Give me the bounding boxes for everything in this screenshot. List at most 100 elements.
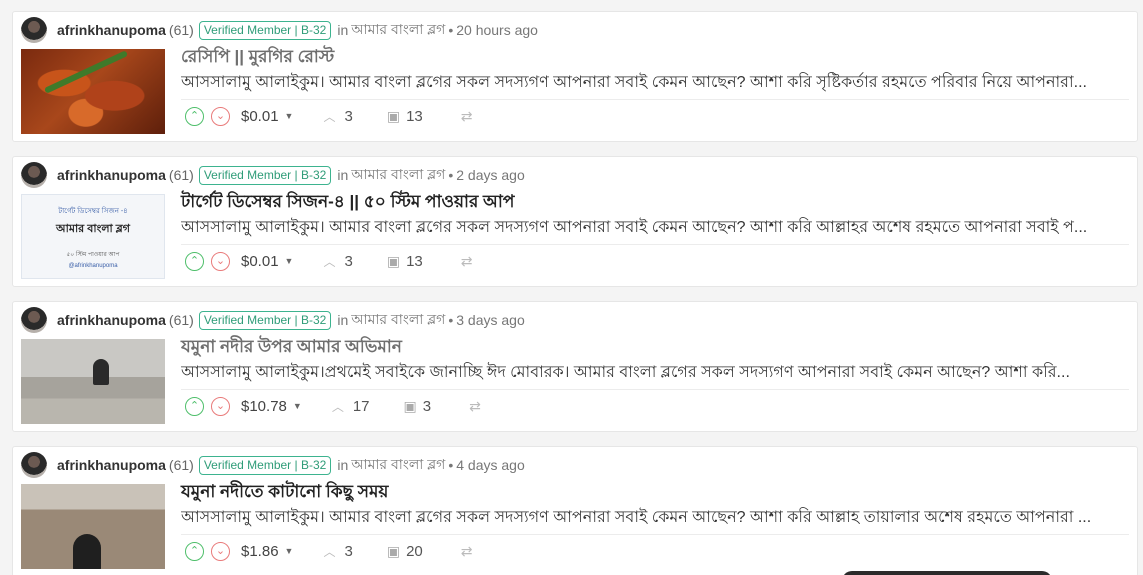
floating-element-edge <box>842 571 1052 575</box>
divider <box>181 99 1129 100</box>
separator-dot: • <box>448 22 454 38</box>
post-title[interactable]: রেসিপি || মুরগির রোস্ট <box>181 44 334 72</box>
thumbnail-handle: @afrinkhanupoma <box>68 263 118 269</box>
post-summary[interactable]: আসসালামু আলাইকুম। আমার বাংলা ব্লগের সকল … <box>181 69 1131 96</box>
post-summary[interactable]: আসসালামু আলাইকুম।প্রথমেই সবাইকে জানাচ্ছি… <box>181 359 1131 386</box>
post-card: afrinkhanupoma (61) Verified Member | B-… <box>12 446 1138 575</box>
upvote-icon[interactable]: ⌃ <box>185 396 204 416</box>
downvote-icon[interactable]: ⌄ <box>211 396 230 416</box>
in-label: in <box>337 167 349 183</box>
comment-icon: ▣ <box>386 107 401 124</box>
post-feed: afrinkhanupoma (61) Verified Member | B-… <box>12 11 1138 575</box>
post-card: afrinkhanupoma (61) Verified Member | B-… <box>12 301 1138 432</box>
chevron-down-icon[interactable]: ▼ <box>285 256 294 266</box>
post-timestamp[interactable]: 2 days ago <box>456 167 525 183</box>
payout-value[interactable]: $0.01 <box>241 108 279 125</box>
vote-count-value: 3 <box>344 107 353 125</box>
reblog-icon[interactable]: ⇄ <box>469 398 481 415</box>
avatar[interactable] <box>21 452 47 478</box>
comment-icon: ▣ <box>386 542 401 559</box>
post-card: afrinkhanupoma (61) Verified Member | B-… <box>12 156 1138 287</box>
author-link[interactable]: afrinkhanupoma <box>57 22 166 38</box>
payout-value[interactable]: $0.01 <box>241 253 279 270</box>
comment-icon: ▣ <box>386 252 401 269</box>
divider <box>181 389 1129 390</box>
comment-count[interactable]: ▣ 20 <box>387 543 423 560</box>
avatar[interactable] <box>21 307 47 333</box>
vote-count[interactable]: ︿ 17 <box>332 398 370 415</box>
comment-count-value: 3 <box>422 397 432 415</box>
post-summary[interactable]: আসসালামু আলাইকুম। আমার বাংলা ব্লগের সকল … <box>181 504 1131 531</box>
post-timestamp[interactable]: 3 days ago <box>456 312 525 328</box>
chevron-up-icon: ︿ <box>323 254 336 269</box>
downvote-icon[interactable]: ⌄ <box>211 541 230 561</box>
verified-badge: Verified Member | B-32 <box>198 165 332 185</box>
post-header: afrinkhanupoma (61) Verified Member | B-… <box>21 161 525 189</box>
upvote-icon[interactable]: ⌃ <box>185 106 204 126</box>
avatar[interactable] <box>21 162 47 188</box>
post-header: afrinkhanupoma (61) Verified Member | B-… <box>21 16 538 44</box>
downvote-icon[interactable]: ⌄ <box>211 251 230 271</box>
in-label: in <box>337 312 349 328</box>
post-summary[interactable]: আসসালামু আলাইকুম। আমার বাংলা ব্লগের সকল … <box>181 214 1131 241</box>
payout-value[interactable]: $1.86 <box>241 543 279 560</box>
post-thumbnail[interactable] <box>21 49 165 134</box>
community-link[interactable]: আমার বাংলা ব্লগ <box>351 308 445 332</box>
upvote-icon[interactable]: ⌃ <box>185 541 204 561</box>
verified-badge: Verified Member | B-32 <box>198 20 332 40</box>
chevron-up-icon: ︿ <box>323 109 336 124</box>
vote-count-value: 3 <box>344 252 353 270</box>
author-reputation: (61) <box>168 312 194 328</box>
comment-icon: ▣ <box>403 397 417 414</box>
author-link[interactable]: afrinkhanupoma <box>57 312 166 328</box>
post-title[interactable]: যমুনা নদীর উপর আমার অভিমান <box>181 334 402 362</box>
chevron-down-icon[interactable]: ▼ <box>285 111 294 121</box>
comment-count-value: 20 <box>406 542 423 560</box>
post-timestamp[interactable]: 4 days ago <box>456 457 525 473</box>
in-label: in <box>337 22 349 38</box>
post-title[interactable]: যমুনা নদীতে কাটানো কিছু সময় <box>181 479 388 507</box>
comment-count[interactable]: ▣ 13 <box>387 253 423 270</box>
vote-count[interactable]: ︿ 3 <box>323 543 352 560</box>
separator-dot: • <box>448 312 454 328</box>
comment-count-value: 13 <box>406 252 423 270</box>
author-link[interactable]: afrinkhanupoma <box>57 167 166 183</box>
community-link[interactable]: আমার বাংলা ব্লগ <box>351 163 445 187</box>
post-title[interactable]: টার্গেট ডিসেম্বর সিজন-৪ || ৫০ স্টিম পাওয… <box>181 189 514 217</box>
post-thumbnail[interactable] <box>21 339 165 424</box>
upvote-icon[interactable]: ⌃ <box>185 251 204 271</box>
vote-count[interactable]: ︿ 3 <box>323 253 352 270</box>
post-timestamp[interactable]: 20 hours ago <box>456 22 538 38</box>
thumbnail-figure <box>73 534 101 569</box>
author-reputation: (61) <box>168 457 194 473</box>
vote-count[interactable]: ︿ 3 <box>323 108 352 125</box>
thumbnail-figure <box>93 359 109 385</box>
post-thumbnail[interactable] <box>21 484 165 569</box>
post-actions: ⌃ ⌄ $1.86 ▼ ︿ 3 ▣ 20 ⇄ <box>185 539 472 563</box>
separator-dot: • <box>448 457 454 473</box>
thumbnail-heading: আমার বাংলা ব্লগ <box>56 223 130 235</box>
reblog-icon[interactable]: ⇄ <box>461 108 473 125</box>
post-thumbnail[interactable]: টার্গেট ডিসেম্বর সিজন -৪ আমার বাংলা ব্লগ… <box>21 194 165 279</box>
chevron-up-icon: ︿ <box>331 399 344 414</box>
separator-dot: • <box>448 167 454 183</box>
thumbnail-caption: টার্গেট ডিসেম্বর সিজন -৪ <box>58 208 128 215</box>
downvote-icon[interactable]: ⌄ <box>211 106 230 126</box>
chevron-down-icon[interactable]: ▼ <box>285 546 294 556</box>
community-link[interactable]: আমার বাংলা ব্লগ <box>351 453 445 477</box>
chevron-down-icon[interactable]: ▼ <box>293 401 302 411</box>
payout-value[interactable]: $10.78 <box>241 398 287 415</box>
divider <box>181 534 1129 535</box>
in-label: in <box>337 457 349 473</box>
comment-count[interactable]: ▣ 13 <box>387 108 423 125</box>
verified-badge: Verified Member | B-32 <box>198 455 332 475</box>
post-header: afrinkhanupoma (61) Verified Member | B-… <box>21 306 525 334</box>
reblog-icon[interactable]: ⇄ <box>461 253 473 270</box>
post-actions: ⌃ ⌄ $10.78 ▼ ︿ 17 ▣ 3 ⇄ <box>185 394 481 418</box>
comment-count-value: 13 <box>406 107 423 125</box>
community-link[interactable]: আমার বাংলা ব্লগ <box>351 18 445 42</box>
author-link[interactable]: afrinkhanupoma <box>57 457 166 473</box>
avatar[interactable] <box>21 17 47 43</box>
comment-count[interactable]: ▣ 3 <box>404 398 432 415</box>
reblog-icon[interactable]: ⇄ <box>461 543 473 560</box>
